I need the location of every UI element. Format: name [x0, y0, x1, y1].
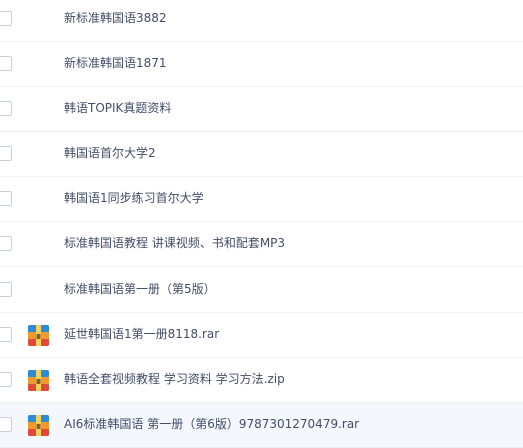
file-name[interactable]: 新标准韩国语1871 [64, 54, 167, 72]
file-row[interactable]: 标准韩国语第一册（第5版） [0, 268, 523, 313]
archive-icon [28, 325, 49, 346]
file-name[interactable]: 标准韩国语教程 讲课视频、书和配套MP3 [64, 234, 285, 252]
file-name[interactable]: 韩语TOPIK真题资料 [64, 99, 171, 117]
file-row[interactable]: 韩国语首尔大学2 [0, 132, 523, 177]
file-row[interactable]: 韩语TOPIK真题资料 [0, 87, 523, 132]
row-checkbox[interactable] [0, 236, 12, 251]
file-name[interactable]: 韩语全套视频教程 学习资料 学习方法.zip [64, 370, 285, 388]
file-list: 新标准韩国语3882 新标准韩国语1871 韩语TOPIK真题资料 韩国语首尔大… [0, 0, 523, 448]
row-checkbox[interactable] [0, 191, 12, 206]
file-row[interactable]: 新标准韩国语1871 [0, 42, 523, 87]
row-checkbox[interactable] [0, 146, 12, 161]
row-checkbox[interactable] [0, 101, 12, 116]
file-name[interactable]: AI6标准韩国语 第一册（第6版）9787301270479.rar [64, 415, 359, 433]
file-row[interactable]: 韩国语1同步练习首尔大学 [0, 177, 523, 222]
file-row[interactable]: 新标准韩国语3882 [0, 0, 523, 42]
archive-icon [28, 370, 49, 391]
file-row[interactable]: 延世韩国语1第一册8118.rar [0, 313, 523, 358]
row-checkbox[interactable] [0, 56, 12, 71]
row-checkbox[interactable] [0, 11, 12, 26]
row-checkbox[interactable] [0, 282, 12, 297]
file-row[interactable]: 标准韩国语教程 讲课视频、书和配套MP3 [0, 222, 523, 267]
file-name[interactable]: 韩国语1同步练习首尔大学 [64, 189, 204, 207]
file-row[interactable]: AI6标准韩国语 第一册（第6版）9787301270479.rar [0, 403, 523, 448]
file-name[interactable]: 新标准韩国语3882 [64, 9, 167, 27]
file-name[interactable]: 韩国语首尔大学2 [64, 144, 156, 162]
file-row[interactable]: 韩语全套视频教程 学习资料 学习方法.zip [0, 358, 523, 403]
row-checkbox[interactable] [0, 372, 12, 387]
file-name[interactable]: 延世韩国语1第一册8118.rar [64, 325, 219, 343]
row-checkbox[interactable] [0, 417, 12, 432]
row-checkbox[interactable] [0, 327, 12, 342]
archive-icon [28, 415, 49, 436]
file-name[interactable]: 标准韩国语第一册（第5版） [64, 280, 216, 298]
